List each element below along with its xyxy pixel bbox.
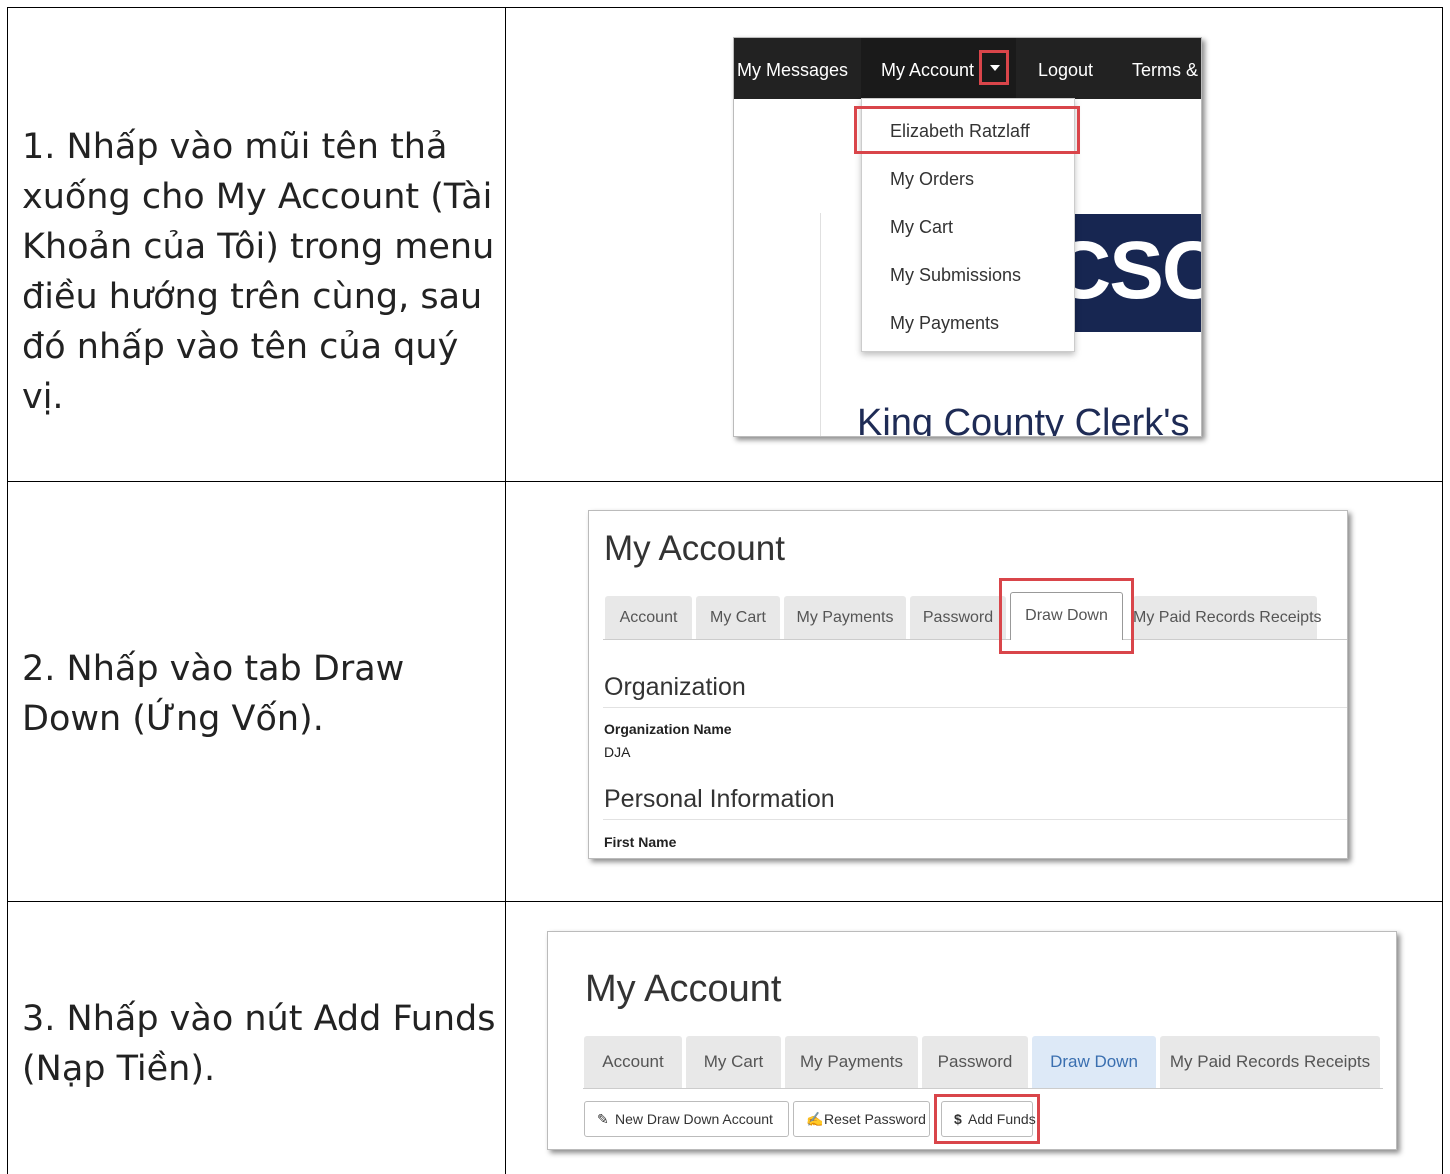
tab-my-payments[interactable]: My Payments	[785, 1036, 918, 1088]
tab-draw-down[interactable]: Draw Down	[1032, 1036, 1156, 1088]
tab-password[interactable]: Password	[922, 1036, 1028, 1088]
organization-name-value: DJA	[604, 744, 631, 760]
name-highlight-box	[854, 106, 1080, 154]
section-divider	[603, 707, 1347, 708]
edit-icon: ✍	[806, 1111, 824, 1127]
row-divider-2	[7, 901, 1443, 902]
tab-account[interactable]: Account	[584, 1036, 682, 1088]
add-funds-highlight-box	[934, 1094, 1040, 1144]
dropdown-item-my-cart[interactable]: My Cart	[890, 217, 953, 238]
nav-my-messages[interactable]: My Messages	[737, 60, 848, 81]
section-personal-information: Personal Information	[604, 785, 835, 813]
first-name-label: First Name	[604, 834, 677, 850]
tab-my-paid-records-receipts[interactable]: My Paid Records Receipts	[1133, 596, 1322, 639]
caret-highlight-box	[979, 50, 1009, 85]
section-divider	[603, 819, 1347, 820]
nav-terms[interactable]: Terms &	[1132, 60, 1198, 81]
row-divider-1	[7, 481, 1443, 482]
column-divider	[505, 7, 506, 1174]
section-organization: Organization	[604, 673, 746, 701]
caret-down-icon[interactable]	[990, 65, 1000, 71]
reset-password-label: Reset Password	[824, 1111, 926, 1127]
account-title: My Account	[585, 968, 782, 1010]
nav-my-account[interactable]: My Account	[881, 60, 974, 81]
reset-password-button[interactable]: ✍Reset Password	[793, 1101, 930, 1137]
nav-logout[interactable]: Logout	[1038, 60, 1093, 81]
tab-my-cart[interactable]: My Cart	[686, 1036, 781, 1088]
new-draw-down-account-button[interactable]: ✎ New Draw Down Account	[584, 1101, 789, 1137]
dropdown-item-my-submissions[interactable]: My Submissions	[890, 265, 1021, 286]
tab-account[interactable]: Account	[605, 596, 692, 639]
dropdown-item-my-payments[interactable]: My Payments	[890, 313, 999, 334]
tab-password[interactable]: Password	[910, 596, 1006, 639]
page-title: King County Clerk's	[857, 402, 1190, 437]
step-2-text: 2. Nhấp vào tab Draw Down (Ứng Vốn).	[22, 649, 405, 739]
tab-underline	[603, 639, 1347, 640]
tab-my-payments[interactable]: My Payments	[784, 596, 906, 639]
content-divider	[820, 213, 821, 436]
account-title: My Account	[604, 529, 785, 568]
pencil-icon: ✎	[597, 1111, 609, 1127]
organization-name-label: Organization Name	[604, 721, 732, 737]
screenshot-add-funds: My Account Account My Cart My Payments P…	[547, 931, 1397, 1150]
tab-underline	[583, 1088, 1383, 1089]
step-3-text: 3. Nhấp vào nút Add Funds (Nạp Tiền).	[22, 999, 496, 1089]
new-draw-down-label: New Draw Down Account	[615, 1111, 773, 1127]
tab-my-cart[interactable]: My Cart	[696, 596, 780, 639]
screenshot-nav-dropdown: My Messages My Account Logout Terms & CS…	[733, 37, 1202, 437]
dropdown-item-my-orders[interactable]: My Orders	[890, 169, 974, 190]
step-1-text: 1. Nhấp vào mũi tên thả xuống cho My Acc…	[22, 127, 495, 417]
screenshot-draw-down-tab: My Account Account My Cart My Payments P…	[588, 510, 1348, 859]
tab-my-paid-records-receipts[interactable]: My Paid Records Receipts	[1160, 1036, 1380, 1088]
draw-down-highlight-box	[999, 578, 1134, 654]
